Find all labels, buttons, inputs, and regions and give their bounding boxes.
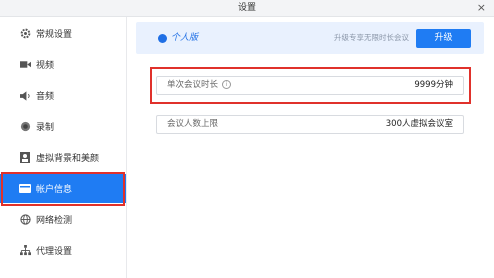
sidebar-item-label: 音频: [36, 92, 55, 102]
field-value: 9999分钟: [414, 80, 453, 90]
sidebar-item-label: 常规设置: [36, 30, 73, 40]
sidebar-item-proxy[interactable]: 代理设置: [0, 236, 126, 265]
sidebar-item-label: 代理设置: [36, 247, 73, 257]
sidebar-item-record[interactable]: 录制: [0, 112, 126, 141]
globe-icon: [19, 214, 31, 226]
field-label: 会议人数上限: [167, 119, 219, 129]
sidebar-item-label: 虚拟背景和美颜: [36, 154, 100, 164]
sidebar-item-label: 网络检测: [36, 216, 73, 226]
sidebar-item-label: 录制: [36, 123, 55, 133]
record-icon: [19, 121, 31, 133]
participant-limit-field: 会议人数上限 300人虚拟会议室: [156, 115, 464, 134]
sidebar-item-audio[interactable]: 音频: [0, 81, 126, 110]
sidebar-item-video[interactable]: 视频: [0, 50, 126, 79]
speaker-icon: [19, 90, 31, 102]
sidebar-item-virtual-background[interactable]: 虚拟背景和美颜: [0, 143, 126, 172]
sidebar-item-label: 视频: [36, 61, 55, 71]
account-type-label: 个人版: [171, 33, 199, 43]
portrait-icon: [19, 152, 31, 164]
account-info-panel: 个人版 升级专享无限时长会议 升级 单次会议时长 i 9999分钟 会议人数上限 …: [128, 17, 494, 278]
sidebar-item-network-check[interactable]: 网络检测: [0, 205, 126, 234]
network-tree-icon: [19, 245, 31, 257]
meeting-duration-field: 单次会议时长 i 9999分钟: [156, 76, 464, 95]
video-camera-icon: [19, 59, 31, 71]
user-icon: [158, 33, 167, 43]
sidebar-item-general[interactable]: 常规设置: [0, 19, 126, 48]
close-icon[interactable]: ×: [477, 0, 486, 16]
gear-icon: [19, 28, 31, 40]
upgrade-hint: 升级专享无限时长会议: [334, 33, 409, 42]
account-banner: 个人版 升级专享无限时长会议 升级: [136, 22, 484, 54]
field-value: 300人虚拟会议室: [385, 119, 453, 129]
settings-window: 设置 × 常规设置 视频 音频 录制 虚拟背景和美颜 帐户信息 网络检测 代理设…: [0, 0, 494, 278]
field-label: 单次会议时长: [167, 80, 219, 90]
settings-sidebar: 常规设置 视频 音频 录制 虚拟背景和美颜 帐户信息 网络检测 代理设置: [0, 17, 127, 278]
account-type: 个人版: [158, 22, 198, 54]
upgrade-button[interactable]: 升级: [416, 29, 471, 48]
title-bar: 设置 ×: [0, 0, 494, 17]
info-icon[interactable]: i: [222, 80, 232, 89]
window-title: 设置: [237, 3, 256, 13]
sidebar-highlight-box: [1, 172, 125, 206]
